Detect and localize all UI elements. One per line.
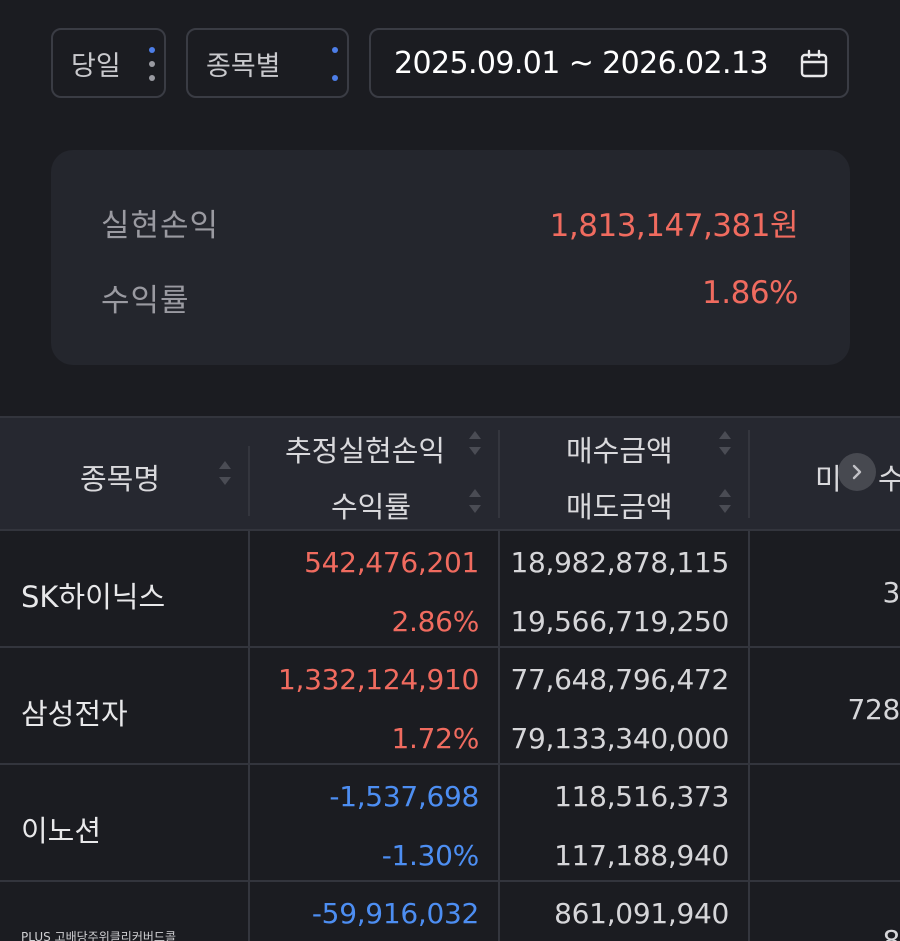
- return-rate: 1.72%: [391, 722, 480, 755]
- header-return-rate[interactable]: 수익률: [331, 484, 411, 526]
- cell-divider: [498, 648, 500, 763]
- cell-divider: [748, 882, 750, 941]
- header-sell-amount[interactable]: 매도금액: [566, 484, 673, 526]
- header-divider: [748, 430, 750, 518]
- return-rate-value: 1.86%: [702, 275, 798, 311]
- cell-divider: [498, 531, 500, 646]
- table-row[interactable]: 이노션 -1,537,698 -1.30% 118,516,373 117,18…: [0, 763, 900, 880]
- period-select[interactable]: 당일: [51, 28, 166, 98]
- realized-pnl-value: 1,813,147,381원: [549, 208, 799, 244]
- calendar-icon[interactable]: [799, 49, 829, 79]
- summary-card: 실현손익 1,813,147,381원 수익률 1.86%: [51, 150, 850, 365]
- buy-amount: 861,091,940: [554, 897, 729, 930]
- kebab-icon: [149, 47, 155, 81]
- table-row[interactable]: SK하이닉스 542,476,201 2.86% 18,982,878,115 …: [0, 529, 900, 646]
- sort-icon[interactable]: [218, 460, 232, 486]
- col4-value: 3: [882, 576, 900, 609]
- period-select-label: 당일: [71, 50, 121, 82]
- cell-divider: [498, 765, 500, 880]
- stock-name: PLUS 고배당주위클리커버드콜: [21, 930, 176, 941]
- cell-divider: [748, 531, 750, 646]
- sell-amount: 79,133,340,000: [510, 722, 730, 755]
- buy-amount: 77,648,796,472: [510, 663, 730, 696]
- estimated-pnl: 1,332,124,910: [278, 663, 479, 696]
- table-row[interactable]: 삼성전자 1,332,124,910 1.72% 77,648,796,472 …: [0, 646, 900, 763]
- stock-name: 삼성전자: [21, 697, 128, 731]
- sort-icon[interactable]: [468, 430, 482, 456]
- estimated-pnl: -59,916,032: [311, 897, 479, 930]
- date-range-text: 2025.09.01 ~ 2026.02.13: [394, 45, 769, 81]
- scroll-right-button[interactable]: [838, 453, 876, 491]
- cell-divider: [748, 648, 750, 763]
- chevron-right-icon: [852, 464, 862, 480]
- header-buy-amount[interactable]: 매수금액: [566, 428, 673, 470]
- buy-amount: 118,516,373: [554, 780, 729, 813]
- header-divider: [248, 446, 250, 516]
- buy-amount: 18,982,878,115: [510, 546, 730, 579]
- stock-name: SK하이닉스: [21, 580, 166, 614]
- cell-divider: [248, 765, 250, 880]
- return-rate-row: 수익률 1.86%: [51, 275, 850, 319]
- return-rate: -1.30%: [381, 839, 480, 872]
- estimated-pnl: -1,537,698: [329, 780, 479, 813]
- sell-amount: 117,188,940: [554, 839, 729, 872]
- sort-icon[interactable]: [468, 488, 482, 514]
- realized-pnl-row: 실현손익 1,813,147,381원: [51, 200, 850, 244]
- group-select-label: 종목별: [206, 50, 281, 82]
- cell-divider: [498, 882, 500, 941]
- sort-icon[interactable]: [718, 430, 732, 456]
- header-estimated-pnl[interactable]: 추정실현손익: [285, 428, 445, 470]
- kebab-icon: [332, 47, 338, 81]
- sell-amount: 19,566,719,250: [510, 605, 730, 638]
- cell-divider: [248, 648, 250, 763]
- sort-icon[interactable]: [718, 488, 732, 514]
- cell-divider: [248, 882, 250, 941]
- header-col4-b: 수: [878, 462, 900, 496]
- date-range-picker[interactable]: 2025.09.01 ~ 2026.02.13: [369, 28, 849, 98]
- realized-pnl-label: 실현손익: [101, 208, 220, 244]
- estimated-pnl: 542,476,201: [304, 546, 479, 579]
- return-rate: 2.86%: [391, 605, 480, 638]
- realized-pnl-screen: 당일 종목별 2025.09.01 ~ 2026.02.13 실현손익 1,81…: [0, 0, 900, 941]
- header-divider: [498, 430, 500, 518]
- col4-value: 728: [847, 693, 900, 726]
- stock-name: 이노션: [21, 814, 102, 848]
- group-select[interactable]: 종목별: [186, 28, 349, 98]
- cell-divider: [248, 531, 250, 646]
- table-header: 종목명 추정실현손익 수익률 매수금액 매도금액 미 수: [0, 416, 900, 531]
- return-rate-label: 수익률: [101, 283, 190, 319]
- cell-divider: [748, 765, 750, 880]
- col4-value: 8: [882, 924, 900, 941]
- header-stock-name[interactable]: 종목명: [80, 456, 160, 498]
